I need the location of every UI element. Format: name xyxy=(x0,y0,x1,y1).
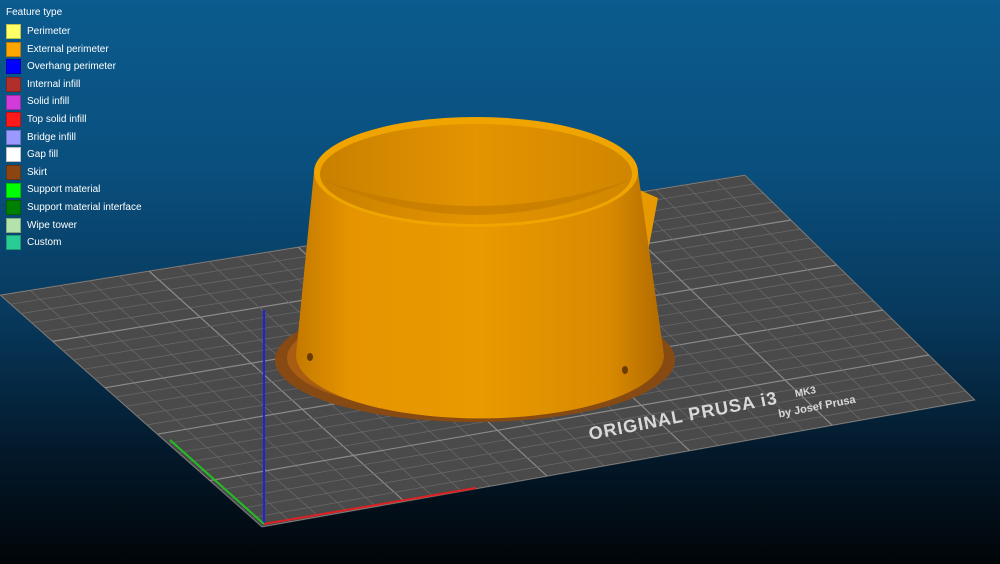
print-bed-scene[interactable]: ORIGINAL PRUSA i3 MK3 by Josef Prusa xyxy=(0,0,1000,564)
legend-title: Feature type xyxy=(6,7,63,18)
legend-swatch xyxy=(6,235,21,251)
legend-item: Perimeter xyxy=(6,23,142,41)
legend-item: Support material xyxy=(6,181,142,199)
legend-item: Overhang perimeter xyxy=(6,58,142,76)
legend-item: Solid infill xyxy=(6,93,142,111)
legend-item: Internal infill xyxy=(6,76,142,94)
legend-item: Custom xyxy=(6,234,142,252)
legend-swatch xyxy=(6,217,21,233)
legend-item: Support material interface xyxy=(6,199,142,217)
legend-swatch xyxy=(6,24,21,40)
legend-label: Top solid infill xyxy=(27,113,87,125)
legend-label: Bridge infill xyxy=(27,131,76,143)
legend-label: Gap fill xyxy=(27,149,59,161)
legend-item: Gap fill xyxy=(6,146,142,164)
legend-label: Overhang perimeter xyxy=(27,61,116,73)
legend-label: Support material xyxy=(27,184,101,196)
legend-label: Wipe tower xyxy=(27,219,78,231)
legend-swatch xyxy=(6,182,21,198)
legend-swatch xyxy=(6,112,21,128)
legend-item: Top solid infill xyxy=(6,111,142,129)
legend-label: Support material interface xyxy=(27,201,142,213)
legend-swatch xyxy=(6,129,21,145)
legend-swatch xyxy=(6,165,21,181)
legend-item: Bridge infill xyxy=(6,129,142,147)
model-hole-left xyxy=(307,353,313,361)
legend-swatch xyxy=(6,200,21,216)
legend-swatch xyxy=(6,59,21,75)
legend-label: Internal infill xyxy=(27,78,81,90)
legend-item: Wipe tower xyxy=(6,217,142,235)
legend-item: Skirt xyxy=(6,164,142,182)
legend-label: Custom xyxy=(27,237,62,249)
feature-type-legend: Feature type Perimeter External perimeter… xyxy=(6,6,142,252)
model-hole-right xyxy=(622,366,628,374)
legend-swatch xyxy=(6,41,21,57)
legend-label: External perimeter xyxy=(27,43,109,55)
legend-swatch xyxy=(6,94,21,110)
3d-preview-viewport[interactable]: ORIGINAL PRUSA i3 MK3 by Josef Prusa Fea… xyxy=(0,0,1000,564)
legend-label: Skirt xyxy=(27,166,47,178)
legend-swatch xyxy=(6,77,21,93)
legend-swatch xyxy=(6,147,21,163)
legend-label: Perimeter xyxy=(27,26,71,37)
legend-item: External perimeter xyxy=(6,41,142,59)
legend-label: Solid infill xyxy=(27,96,70,108)
